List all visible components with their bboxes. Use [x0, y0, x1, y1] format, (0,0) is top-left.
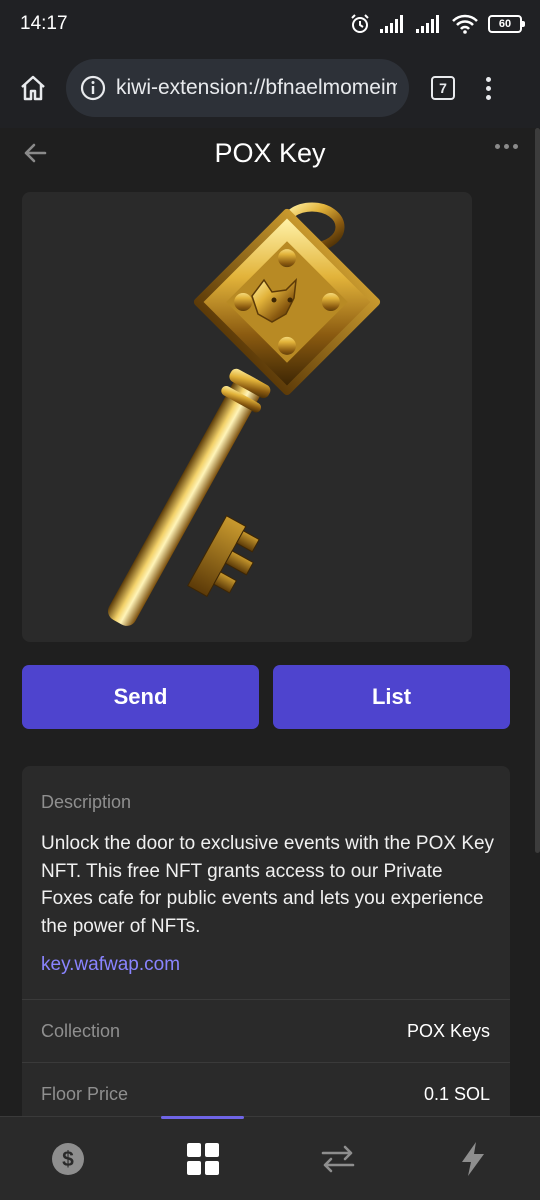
- nav-collectibles[interactable]: [135, 1116, 270, 1200]
- list-button[interactable]: List: [273, 665, 510, 729]
- more-dot: [495, 144, 500, 149]
- status-time: 14:17: [20, 13, 68, 34]
- more-dot: [504, 144, 509, 149]
- browser-menu-button[interactable]: [483, 76, 493, 100]
- swap-icon: [321, 1145, 354, 1172]
- detail-label: Floor Price: [41, 1083, 129, 1104]
- nav-tokens[interactable]: $: [0, 1117, 135, 1200]
- detail-value: POX Keys: [406, 1020, 490, 1041]
- alarm-icon: [351, 14, 369, 33]
- golden-key-image: [108, 202, 381, 626]
- tab-switcher-button[interactable]: 7: [431, 76, 455, 100]
- description-label: Description: [41, 792, 132, 812]
- nav-swap[interactable]: [270, 1117, 405, 1200]
- wifi-icon: [452, 14, 478, 34]
- url-bar[interactable]: kiwi-extension://bfnaelmomeimhlpmgjnjoph…: [66, 59, 409, 117]
- signal-icon-2: [416, 15, 439, 33]
- description-text: Unlock the door to exclusive events with…: [41, 833, 495, 937]
- grid-icon: [186, 1142, 219, 1175]
- menu-dot: [485, 94, 491, 100]
- bottom-navigation: $: [0, 1116, 540, 1200]
- menu-dot: [485, 76, 491, 82]
- nft-image: [22, 192, 472, 642]
- action-buttons: Send List: [22, 665, 510, 729]
- menu-dot: [485, 85, 491, 91]
- status-icons: 60: [350, 14, 525, 34]
- url-text[interactable]: kiwi-extension://bfnaelmomeimhlpmgjnjoph…: [116, 76, 397, 100]
- bolt-icon: [461, 1141, 484, 1176]
- back-arrow-icon[interactable]: [22, 140, 48, 166]
- page-title: POX Key: [214, 137, 326, 168]
- info-icon[interactable]: [80, 75, 106, 101]
- page-header: POX Key: [0, 128, 540, 178]
- svg-text:$: $: [62, 1148, 74, 1171]
- status-bar: 14:17 60: [0, 0, 540, 48]
- browser-toolbar: kiwi-extension://bfnaelmomeimhlpmgjnjoph…: [0, 48, 540, 128]
- nav-activity[interactable]: [405, 1117, 540, 1200]
- nft-details-card: Description Unlock the door to exclusive…: [22, 766, 510, 1126]
- more-dot: [513, 144, 518, 149]
- send-button[interactable]: Send: [22, 665, 259, 729]
- home-button[interactable]: [16, 71, 50, 105]
- dollar-icon: $: [51, 1142, 84, 1175]
- home-icon: [21, 75, 45, 101]
- external-link[interactable]: key.wafwap.com: [41, 954, 180, 976]
- detail-label: Collection: [41, 1020, 121, 1041]
- signal-icon: [380, 15, 403, 33]
- battery-indicator: 60: [488, 15, 525, 33]
- detail-value: 0.1 SOL: [423, 1083, 490, 1104]
- scrollbar[interactable]: [535, 128, 540, 853]
- collection-row: Collection POX Keys: [22, 999, 510, 1062]
- more-options-button[interactable]: [495, 144, 518, 149]
